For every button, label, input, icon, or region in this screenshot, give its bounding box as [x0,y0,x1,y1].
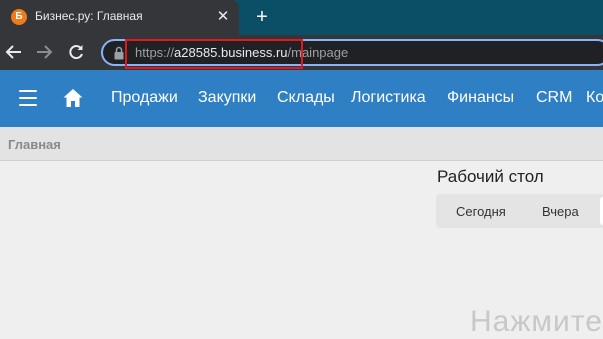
nav-item-warehouses[interactable]: Склады [277,89,335,107]
nav-item-logistics[interactable]: Логистика [351,89,426,107]
url-scheme: https:// [135,45,175,60]
breadcrumb-home[interactable]: Главная [8,137,61,152]
url-text[interactable]: https://a28585.business.ru/mainpage [135,45,348,60]
tab-close-icon[interactable]: ✕ [214,8,232,26]
period-today-button[interactable]: Сегодня [456,204,506,219]
tab-title: Бизнес.ру: Главная [35,9,143,23]
url-host: a28585.business.ru [174,45,288,60]
page-title: Рабочий стол [437,167,544,186]
nav-item-sales[interactable]: Продажи [111,89,178,107]
nav-item-more[interactable]: Ко [586,89,603,107]
new-tab-button[interactable]: + [252,6,272,28]
period-yesterday-button[interactable]: Вчера [542,204,579,219]
menu-icon[interactable] [19,90,37,106]
nav-item-finance[interactable]: Финансы [447,89,514,107]
nav-item-purchases[interactable]: Закупки [198,89,256,107]
back-arrow-icon[interactable] [3,41,25,63]
browser-tab-strip: Б Бизнес.ру: Главная ✕ + [0,0,603,35]
browser-tab[interactable]: Б Бизнес.ру: Главная ✕ [0,0,239,35]
reload-icon[interactable] [65,41,87,63]
site-favicon-icon: Б [11,9,27,25]
browser-toolbar: https://a28585.business.ru/mainpage [0,35,603,70]
address-bar[interactable]: https://a28585.business.ru/mainpage [101,39,603,66]
home-icon[interactable] [62,87,84,109]
lock-icon [114,46,124,60]
breadcrumb: Главная [0,127,603,161]
nav-item-crm[interactable]: CRM [536,89,572,107]
forward-arrow-icon[interactable] [33,41,55,63]
url-path: /mainpage [287,45,349,60]
dashboard-hint-text: Нажмите [470,305,603,338]
app-navbar: Продажи Закупки Склады Логистика Финансы… [0,70,603,127]
period-selector: Сегодня Вчера [436,194,603,228]
